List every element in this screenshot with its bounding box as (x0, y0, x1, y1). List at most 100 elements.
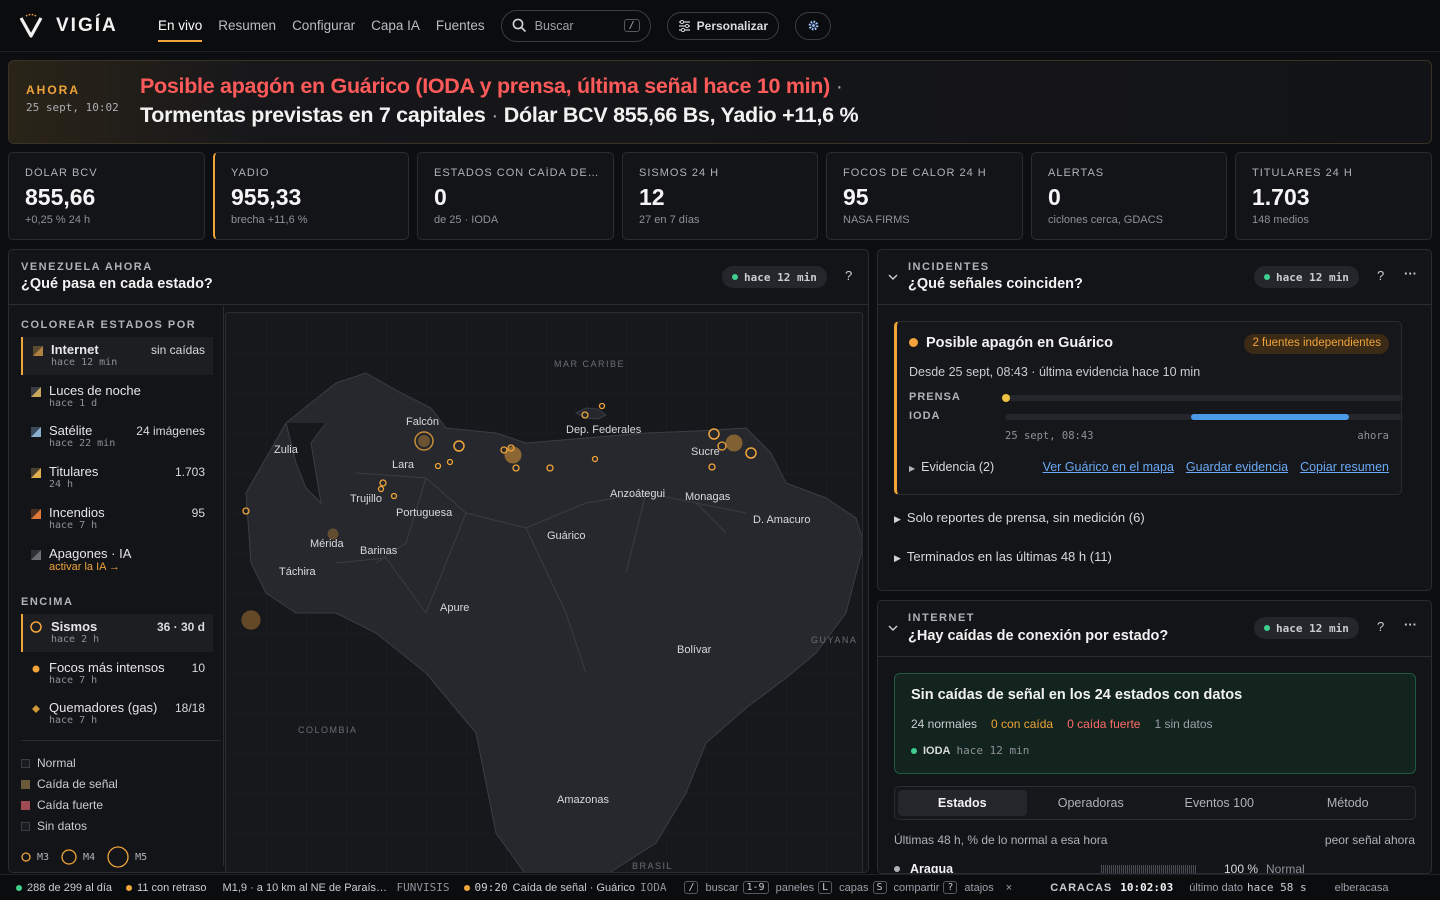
more-options-button[interactable]: ··· (1404, 617, 1417, 632)
layer-incendios[interactable]: Incendios hace 7 h 95 (21, 500, 213, 538)
summary-source: IODA hace 12 min (911, 744, 1029, 757)
magnitude-label: M4 (83, 851, 96, 863)
evidence-toggle[interactable]: ▶ Evidencia (2) (909, 460, 994, 474)
ended-toggle[interactable]: ▶ Terminados en las últimas 48 h (11) (894, 549, 1112, 564)
personalize-button[interactable]: Personalizar (666, 11, 780, 40)
event-text: Caída de señal · Guárico (512, 881, 635, 894)
legend-normal: Normal (21, 756, 76, 770)
reports-text: 288 de 299 al día (27, 881, 113, 894)
legend-label: Sin datos (37, 819, 88, 833)
more-options-button[interactable]: ··· (1404, 266, 1417, 281)
table-row[interactable]: Aragua 100 % Normal (894, 861, 1416, 873)
shortcut-label: atajos (964, 881, 994, 894)
severity-dot (909, 338, 918, 347)
copy-summary-link[interactable]: Copiar resumen (1300, 460, 1389, 474)
layer-name: Internet (51, 342, 99, 357)
state-label: Apure (440, 602, 470, 614)
incident-card[interactable]: Posible apagón en Guárico 2 fuentes inde… (894, 321, 1403, 495)
credit-link[interactable]: elberacasa (1335, 882, 1389, 894)
now-headline[interactable]: Posible apagón en Guárico (IODA y prensa… (140, 74, 843, 99)
flare-diamond-icon (32, 705, 40, 713)
layer-luces-noche[interactable]: Luces de noche hace 1 d (21, 378, 213, 416)
timeline-end: ahora (1357, 430, 1389, 442)
venezuela-map[interactable]: MAR CARIBE GUYANA COLOMBIA BRASIL Falcón… (225, 312, 863, 872)
search-input[interactable]: Buscar / (500, 9, 651, 42)
state-label: Dep. Federales (566, 424, 642, 436)
stat-card-titulares[interactable]: TITULARES 24 H 1.703 148 medios (1235, 152, 1432, 240)
panel-kicker: VENEZUELA AHORA (21, 261, 153, 273)
layer-internet[interactable]: Internet hace 12 min sin caídas (21, 337, 213, 375)
divider (878, 656, 1431, 657)
stat-card-focos-calor[interactable]: FOCOS DE CALOR 24 H 95 NASA FIRMS (826, 152, 1023, 240)
collapse-chevron-icon[interactable] (888, 625, 898, 633)
ticker-quake[interactable]: M1,9 · a 10 km al NE de Paraíso d... (223, 882, 393, 894)
press-only-toggle[interactable]: ▶ Solo reportes de prensa, sin medición (… (894, 510, 1145, 525)
separator: · (835, 74, 843, 98)
nav-configurar[interactable]: Configurar (284, 0, 363, 52)
magnitude-legend: M3 M4 M5 (21, 846, 147, 868)
collapse-chevron-icon[interactable] (888, 274, 898, 282)
stat-card-yadio[interactable]: YADIO 955,33 brecha +11,6 % (213, 152, 409, 240)
count-drop: 0 con caída (991, 717, 1054, 731)
panel-title: ¿Qué pasa en cada estado? (21, 276, 213, 292)
ticker-event[interactable]: 09:20 Caída de señal · Guárico IODA (463, 881, 666, 894)
help-button[interactable]: ? (1377, 619, 1384, 634)
state-label: Barinas (360, 545, 398, 557)
overlay-value: 36 · 30 d (156, 620, 205, 634)
layer-name: Titulares (49, 464, 99, 479)
late-status[interactable]: 11 con retraso (126, 882, 207, 894)
nav-fuentes[interactable]: Fuentes (428, 0, 493, 52)
stat-card-alertas[interactable]: ALERTAS 0 ciclones cerca, GDACS (1031, 152, 1227, 240)
overlay-quemadores[interactable]: Quemadores (gas) hace 7 h 18/18 (21, 695, 213, 733)
ioda-timeline-track (1005, 414, 1403, 420)
stat-title: YADIO (231, 167, 270, 179)
tab-estados[interactable]: Estados (898, 790, 1027, 816)
layer-apagones-ia[interactable]: Apagones · IA activar la IA → (21, 541, 213, 579)
layer-value: 1.703 (174, 465, 205, 479)
state-label: D. Amacuro (753, 514, 811, 526)
layer-titulares[interactable]: Titulares 24 h 1.703 (21, 459, 213, 497)
evidence-label: Evidencia (2) (921, 460, 995, 474)
brasil-label: BRASIL (632, 861, 674, 871)
help-button[interactable]: ? (1377, 268, 1384, 283)
now-subheadline: Tormentas previstas en 7 capitales · Dól… (140, 103, 859, 128)
close-icon[interactable]: × (1006, 882, 1012, 894)
headline-dollar: Dólar BCV 855,66 Bs, Yadio +11,6 % (503, 103, 859, 127)
stat-title: FOCOS DE CALOR 24 H (843, 167, 987, 179)
layer-sub: hace 1 d (49, 398, 98, 409)
nav-resumen[interactable]: Resumen (210, 0, 284, 52)
m4-circle-icon (61, 849, 77, 865)
nav-capa-ia[interactable]: Capa IA (363, 0, 428, 52)
earthquake-circle-icon (30, 621, 42, 633)
incident-title: Posible apagón en Guárico (926, 335, 1113, 351)
color-by-heading: COLOREAR ESTADOS POR (21, 319, 197, 331)
state-label: Bolívar (677, 644, 712, 656)
magnitude-label: M5 (135, 851, 148, 863)
view-map-link[interactable]: Ver Guárico en el mapa (1043, 460, 1174, 474)
legend-caida: Caída de señal (21, 777, 118, 791)
stat-card-dolar-bcv[interactable]: DÓLAR BCV 855,66 +0,25 % 24 h (8, 152, 205, 240)
tab-operadoras[interactable]: Operadoras (1027, 790, 1156, 816)
help-button[interactable]: ? (845, 268, 852, 283)
legend-label: Normal (37, 756, 76, 770)
save-evidence-link[interactable]: Guardar evidencia (1186, 460, 1288, 474)
tab-eventos[interactable]: Eventos 100 (1155, 790, 1284, 816)
press-timeline-track (1002, 394, 1403, 402)
clock: 10:02:03 (1120, 881, 1174, 894)
layer-satelite[interactable]: Satélite hace 22 min 24 imágenes (21, 418, 213, 456)
overlay-sismos[interactable]: Sismos hace 2 h 36 · 30 d (21, 614, 213, 652)
reports-status[interactable]: 288 de 299 al día (16, 882, 112, 894)
stat-sub: de 25 · IODA (434, 214, 499, 226)
stat-card-sismos[interactable]: SISMOS 24 H 12 27 en 7 días (622, 152, 818, 240)
settings-button[interactable] (795, 11, 832, 40)
overlay-focos[interactable]: Focos más intensos hace 7 h 10 (21, 655, 213, 693)
sort-label[interactable]: peor señal ahora (1325, 833, 1415, 847)
nav-en-vivo[interactable]: En vivo (150, 0, 210, 52)
tab-metodo[interactable]: Método (1284, 790, 1413, 816)
stat-card-caida-senal[interactable]: ESTADOS CON CAÍDA DE SEÑAL 0 de 25 · IOD… (417, 152, 614, 240)
overlay-name: Quemadores (gas) (49, 700, 158, 715)
freshness-text: hace 12 min (744, 270, 817, 284)
night-lights-swatch-icon (31, 387, 41, 397)
activate-ai-link[interactable]: activar la IA → (49, 561, 120, 573)
logo[interactable]: VIGÍA (18, 13, 138, 39)
